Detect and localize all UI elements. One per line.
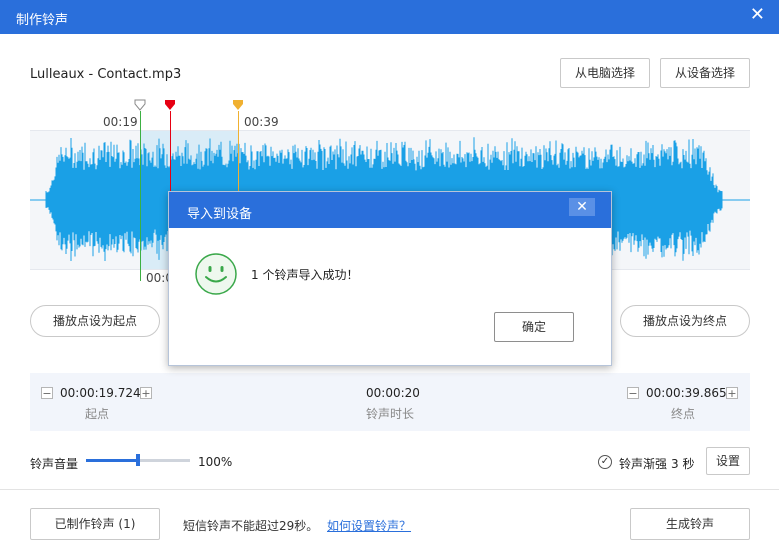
set-start-button[interactable]: 播放点设为起点 — [30, 305, 160, 337]
duration-value: 00:00:20 — [366, 386, 420, 400]
dialog-title: 导入到设备 — [187, 207, 253, 222]
generate-ringtone-button[interactable]: 生成铃声 — [630, 508, 750, 540]
sms-note: 短信铃声不能超过29秒。 — [183, 519, 319, 533]
made-ringtones-button[interactable]: 已制作铃声 (1) — [30, 508, 160, 540]
start-time-value: 00:00:19.724 — [60, 386, 141, 400]
select-from-device-button[interactable]: 从设备选择 — [660, 58, 750, 88]
select-from-pc-button[interactable]: 从电脑选择 — [560, 58, 650, 88]
ok-button[interactable]: 确定 — [494, 312, 574, 342]
close-icon[interactable]: ✕ — [750, 6, 765, 24]
end-marker-icon[interactable] — [232, 99, 244, 111]
dialog-message: 1 个铃声导入成功！ — [251, 268, 359, 282]
help-link[interactable]: 如何设置铃声？ — [327, 517, 411, 534]
end-caption: 终点 — [671, 407, 696, 421]
start-caption: 起点 — [85, 407, 110, 421]
footer-divider — [0, 489, 779, 490]
start-marker-line — [140, 111, 141, 281]
file-name: Lulleaux - Contact.mp3 — [30, 67, 182, 82]
start-marker-icon[interactable] — [134, 99, 146, 111]
dialog-header: 导入到设备 ✕ — [169, 192, 611, 228]
volume-label: 铃声音量 — [30, 457, 79, 471]
range-info-panel: − 00:00:19.724 + 起点 00:00:20 铃声时长 − 00:0… — [30, 373, 750, 431]
start-time-label: 00:19 — [103, 115, 138, 129]
smiley-icon — [195, 253, 237, 295]
cursor-marker-icon[interactable] — [164, 99, 176, 111]
duration-caption: 铃声时长 — [366, 407, 415, 421]
start-minus-button[interactable]: − — [41, 387, 53, 399]
end-plus-button[interactable]: + — [726, 387, 738, 399]
end-minus-button[interactable]: − — [627, 387, 639, 399]
dialog-close-icon[interactable]: ✕ — [569, 198, 595, 216]
volume-slider[interactable] — [86, 454, 190, 466]
fade-seconds: 3 秒 — [671, 457, 695, 471]
set-end-button[interactable]: 播放点设为终点 — [620, 305, 750, 337]
start-plus-button[interactable]: + — [140, 387, 152, 399]
import-dialog: 导入到设备 ✕ 1 个铃声导入成功！ 确定 — [168, 191, 612, 366]
fade-checkbox[interactable]: ✓ — [598, 455, 612, 469]
end-time-label: 00:39 — [244, 115, 279, 129]
volume-slider-fill — [86, 459, 138, 462]
volume-slider-thumb[interactable] — [136, 454, 140, 466]
window-title: 制作铃声 — [16, 13, 69, 28]
end-time-value: 00:00:39.865 — [646, 386, 727, 400]
fade-label: 铃声渐强 — [619, 457, 668, 471]
fade-settings-button[interactable]: 设置 — [706, 447, 750, 475]
volume-value: 100% — [198, 455, 233, 469]
title-bar: 制作铃声 ✕ — [0, 0, 779, 34]
